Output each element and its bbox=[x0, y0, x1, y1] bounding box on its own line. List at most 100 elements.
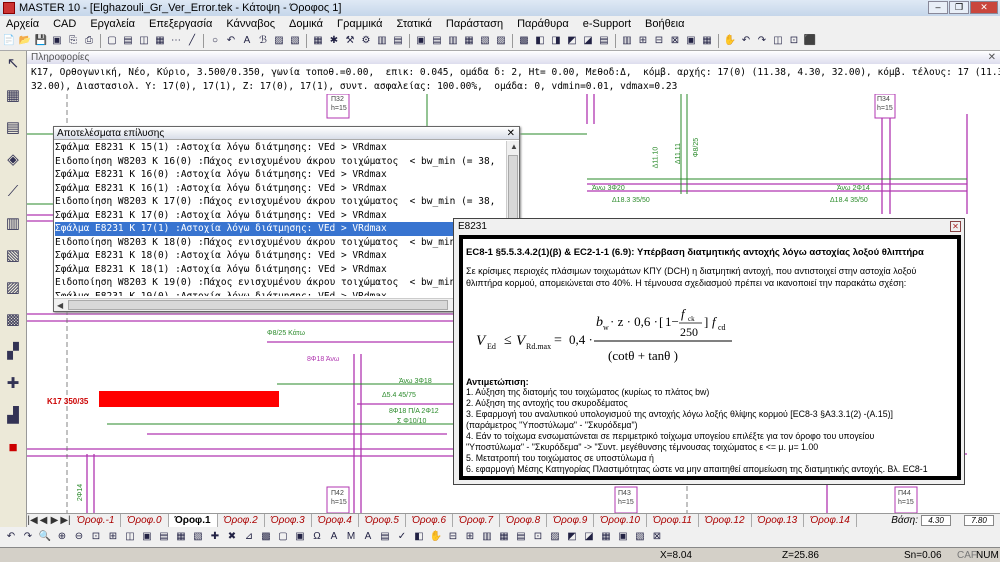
bottom-tool-1-icon[interactable]: ↷ bbox=[21, 530, 35, 544]
toolbar-tool-8-icon[interactable]: ◫ bbox=[137, 34, 151, 48]
results-list[interactable]: Σφάλμα E8231 K 15(1) :Αστοχία λόγω διάτμ… bbox=[54, 141, 507, 296]
result-row[interactable]: Ειδοποίηση W8203 K 17(0) :Πάχος ενισχυμέ… bbox=[55, 195, 507, 209]
book-icon[interactable]: ■ bbox=[2, 437, 24, 459]
floor-tab[interactable]: Όροφ.-1 bbox=[71, 513, 122, 528]
menu-item-11[interactable]: Βοήθεια bbox=[645, 18, 684, 30]
bottom-tool-34-icon[interactable]: ◪ bbox=[582, 530, 596, 544]
result-row[interactable]: Ειδοποίηση W8203 K 18(0) :Πάχος ενισχυμέ… bbox=[55, 236, 507, 250]
result-row[interactable]: Ειδοποίηση W8203 K 19(0) :Πάχος ενισχυμέ… bbox=[55, 276, 507, 290]
floor-tab[interactable]: Όροφ.7 bbox=[453, 513, 501, 528]
dialog-close-icon[interactable]: ✕ bbox=[950, 221, 961, 232]
bottom-tool-24-icon[interactable]: ◧ bbox=[412, 530, 426, 544]
toolbar-tool-12-icon[interactable]: ○ bbox=[208, 34, 222, 48]
bottom-tool-25-icon[interactable]: ✋ bbox=[429, 530, 443, 544]
bottom-tool-15-icon[interactable]: ▩ bbox=[259, 530, 273, 544]
floor-tab[interactable]: Όροφ.6 bbox=[406, 513, 454, 528]
bottom-tool-31-icon[interactable]: ⊡ bbox=[531, 530, 545, 544]
toolbar-tool-19-icon[interactable]: ✱ bbox=[327, 34, 341, 48]
bottom-tool-16-icon[interactable]: ▢ bbox=[276, 530, 290, 544]
toolbar-tool-22-icon[interactable]: ▥ bbox=[375, 34, 389, 48]
toolbar-tool-16-icon[interactable]: ▨ bbox=[272, 34, 286, 48]
floor-tab[interactable]: Όροφ.12 bbox=[699, 513, 752, 528]
bottom-tool-14-icon[interactable]: ⊿ bbox=[242, 530, 256, 544]
last-floor-icon[interactable]: ▶| bbox=[60, 515, 71, 526]
menu-item-1[interactable]: CAD bbox=[53, 18, 76, 30]
menu-item-0[interactable]: Αρχεία bbox=[6, 18, 39, 30]
stair-tool-icon[interactable]: ⟋ bbox=[2, 181, 24, 203]
menu-item-8[interactable]: Παράσταση bbox=[446, 18, 503, 30]
base-value-field[interactable]: 4.30 bbox=[921, 515, 951, 526]
result-row[interactable]: Σφάλμα E8231 K 18(1) :Αστοχία λόγω διάτμ… bbox=[55, 263, 507, 277]
toolbar-tool-30-icon[interactable]: ▩ bbox=[517, 34, 531, 48]
floor-tab[interactable]: Όροφ.2 bbox=[218, 513, 265, 528]
toolbar-tool-21-icon[interactable]: ⚙ bbox=[359, 34, 373, 48]
bottom-tool-5-icon[interactable]: ⊡ bbox=[89, 530, 103, 544]
bottom-tool-13-icon[interactable]: ✖ bbox=[225, 530, 239, 544]
result-row[interactable]: Σφάλμα E8231 K 16(0) :Αστοχία λόγω διάτμ… bbox=[55, 168, 507, 182]
toolbar-tool-35-icon[interactable]: ▤ bbox=[597, 34, 611, 48]
bottom-tool-12-icon[interactable]: ✚ bbox=[208, 530, 222, 544]
menu-item-3[interactable]: Επεξεργασία bbox=[149, 18, 212, 30]
toolbar-tool-46-icon[interactable]: ⊡ bbox=[787, 34, 801, 48]
result-row[interactable]: Σφάλμα E8231 K 17(1) :Αστοχία λόγω διάτμ… bbox=[55, 222, 507, 236]
bottom-tool-33-icon[interactable]: ◩ bbox=[565, 530, 579, 544]
toolbar-tool-7-icon[interactable]: ▤ bbox=[121, 34, 135, 48]
toolbar-tool-29-icon[interactable]: ▨ bbox=[494, 34, 508, 48]
menu-item-4[interactable]: Κάνναβος bbox=[226, 18, 275, 30]
results-close-icon[interactable]: ✕ bbox=[507, 127, 515, 140]
toolbar-tool-14-icon[interactable]: A bbox=[240, 34, 254, 48]
toolbar-tool-45-icon[interactable]: ◫ bbox=[771, 34, 785, 48]
floor-tab[interactable]: Όροφ.11 bbox=[647, 513, 699, 528]
bottom-tool-22-icon[interactable]: ▤ bbox=[378, 530, 392, 544]
bottom-tool-30-icon[interactable]: ▤ bbox=[514, 530, 528, 544]
bottom-tool-23-icon[interactable]: ✓ bbox=[395, 530, 409, 544]
toolbar-tool-47-icon[interactable]: ⬛ bbox=[803, 34, 817, 48]
selected-wall-k17[interactable] bbox=[99, 391, 279, 407]
prev-floor-icon[interactable]: ◀ bbox=[38, 515, 49, 526]
toolbar-tool-10-icon[interactable]: ⋯ bbox=[169, 34, 183, 48]
toolbar-tool-18-icon[interactable]: ▦ bbox=[311, 34, 325, 48]
result-row[interactable]: Σφάλμα E8231 K 16(1) :Αστοχία λόγω διάτμ… bbox=[55, 182, 507, 196]
info-close-icon[interactable]: ✕ bbox=[988, 51, 996, 64]
toolbar-tool-27-icon[interactable]: ▦ bbox=[462, 34, 476, 48]
first-floor-icon[interactable]: |◀ bbox=[27, 515, 38, 526]
toolbar-tool-20-icon[interactable]: ⚒ bbox=[343, 34, 357, 48]
menu-item-2[interactable]: Εργαλεία bbox=[90, 18, 135, 30]
bottom-tool-37-icon[interactable]: ▧ bbox=[633, 530, 647, 544]
toolbar-tool-40-icon[interactable]: ▣ bbox=[684, 34, 698, 48]
menu-item-7[interactable]: Στατικά bbox=[397, 18, 432, 30]
footing-tool-icon[interactable]: ▥ bbox=[2, 213, 24, 235]
toolbar-tool-15-icon[interactable]: ℬ bbox=[256, 34, 270, 48]
minimize-button[interactable]: – bbox=[928, 1, 948, 14]
scroll-up-icon[interactable]: ▲ bbox=[510, 142, 518, 151]
toolbar-tool-24-icon[interactable]: ▣ bbox=[414, 34, 428, 48]
floor-tab[interactable]: Όροφ.1 bbox=[168, 513, 218, 528]
bottom-tool-38-icon[interactable]: ⊠ bbox=[650, 530, 664, 544]
results-horizontal-scrollbar[interactable]: ◀ ▶ bbox=[54, 298, 507, 311]
floor-tab[interactable]: Όροφ.8 bbox=[500, 513, 548, 528]
toolbar-tool-2-icon[interactable]: 💾 bbox=[34, 34, 48, 48]
floor-tab[interactable]: Όροφ.9 bbox=[547, 513, 595, 528]
result-row[interactable]: Σφάλμα E8231 K 17(0) :Αστοχία λόγω διάτμ… bbox=[55, 209, 507, 223]
pointer-tool-icon[interactable]: ↖ bbox=[2, 53, 24, 75]
toolbar-tool-41-icon[interactable]: ▦ bbox=[700, 34, 714, 48]
reinforcement-tool-icon[interactable]: ▧ bbox=[2, 245, 24, 267]
bottom-tool-10-icon[interactable]: ▦ bbox=[174, 530, 188, 544]
toolbar-tool-34-icon[interactable]: ◪ bbox=[581, 34, 595, 48]
bottom-tool-6-icon[interactable]: ⊞ bbox=[106, 530, 120, 544]
bottom-tool-17-icon[interactable]: ▣ bbox=[293, 530, 307, 544]
floor-tab[interactable]: Όροφ.14 bbox=[804, 513, 857, 528]
bottom-tool-32-icon[interactable]: ▨ bbox=[548, 530, 562, 544]
bottom-tool-29-icon[interactable]: ▦ bbox=[497, 530, 511, 544]
bottom-tool-0-icon[interactable]: ↶ bbox=[4, 530, 18, 544]
slab-tool-icon[interactable]: ◈ bbox=[2, 149, 24, 171]
loads-tool-icon[interactable]: ▨ bbox=[2, 277, 24, 299]
results-tool-icon[interactable]: ✚ bbox=[2, 373, 24, 395]
toolbar-tool-32-icon[interactable]: ◨ bbox=[549, 34, 563, 48]
toolbar-tool-42-icon[interactable]: ✋ bbox=[723, 34, 737, 48]
bottom-tool-2-icon[interactable]: 🔍 bbox=[38, 530, 52, 544]
toolbar-tool-38-icon[interactable]: ⊟ bbox=[652, 34, 666, 48]
frame-tool-icon[interactable]: ▦ bbox=[2, 85, 24, 107]
toolbar-tool-13-icon[interactable]: ↶ bbox=[224, 34, 238, 48]
bottom-tool-7-icon[interactable]: ◫ bbox=[123, 530, 137, 544]
